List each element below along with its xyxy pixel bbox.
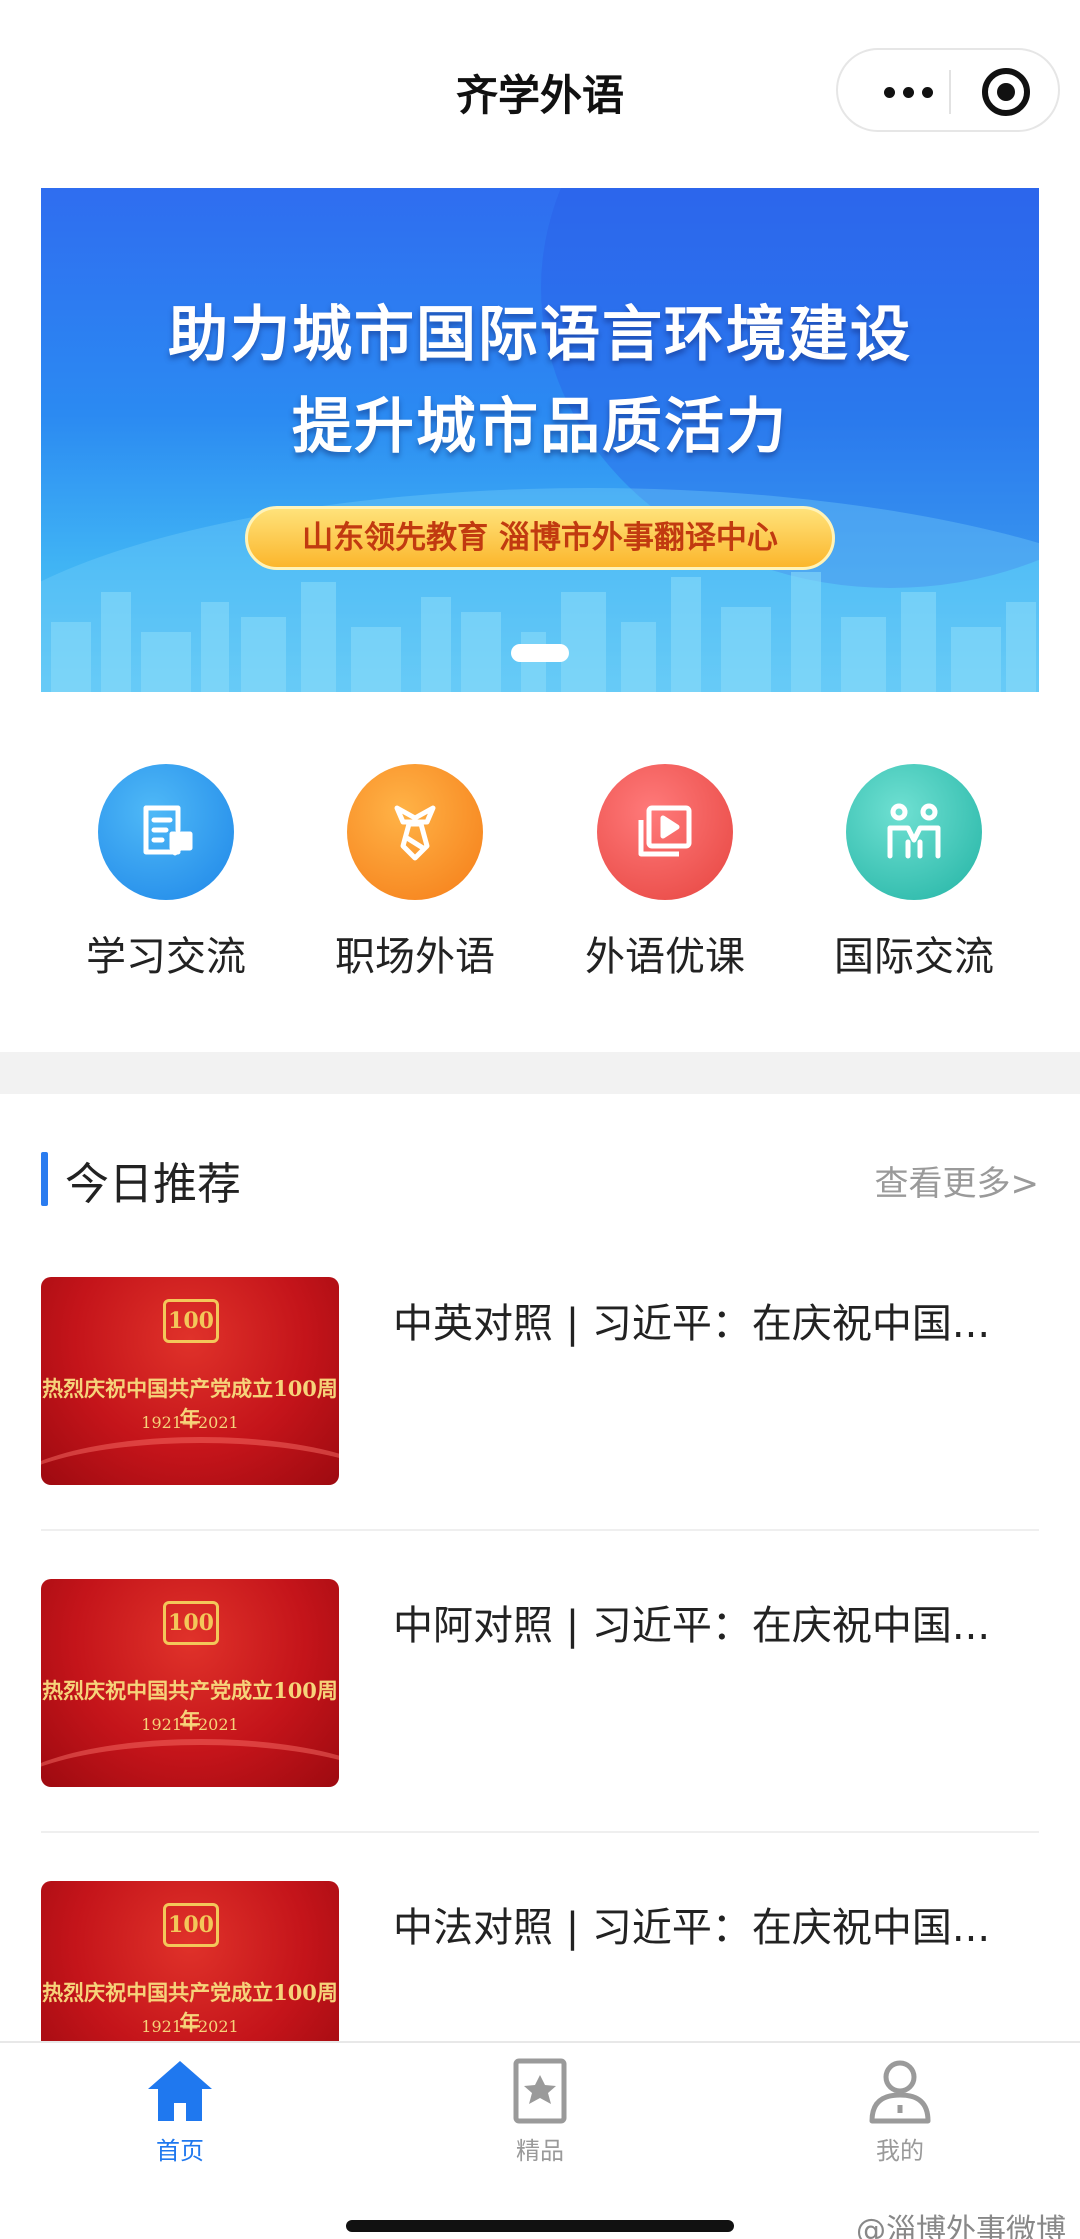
- article-title: 中英对照 | 习近平：在庆祝中国...: [393, 1301, 991, 1347]
- section-divider: [0, 1052, 1080, 1094]
- category-label: 外语优课: [585, 934, 745, 980]
- promo-banner[interactable]: 助力城市国际语言环境建设 提升城市品质活力 山东领先教育 淄博市外事翻译中心: [41, 188, 1039, 692]
- home-indicator[interactable]: [346, 2220, 734, 2232]
- bottom-tab-bar: 首页 精品 我的 @淄博外事微博: [0, 2041, 1080, 2239]
- city-skyline-graphic: [41, 562, 1039, 692]
- category-label: 职场外语: [335, 934, 495, 980]
- thumbnail-years: 1921—2021: [141, 1715, 239, 1734]
- banner-headline-1: 助力城市国际语言环境建设: [168, 300, 912, 370]
- section-title: 今日推荐: [65, 1159, 241, 1210]
- party-emblem-icon: 100: [163, 1601, 219, 1645]
- tab-home[interactable]: 首页: [100, 2055, 260, 2166]
- tab-mine[interactable]: 我的: [820, 2055, 980, 2166]
- article-title: 中法对照 | 习近平：在庆祝中国...: [393, 1905, 991, 1951]
- nav-bar: 齐学外语: [0, 0, 1080, 180]
- people-icon: [846, 764, 982, 900]
- banner-tagline: 山东领先教育 淄博市外事翻译中心: [245, 506, 835, 570]
- miniprogram-capsule: [836, 48, 1060, 132]
- category-label: 学习交流: [86, 934, 246, 980]
- more-options-icon[interactable]: [868, 72, 948, 112]
- party-emblem-icon: 100: [163, 1299, 219, 1343]
- article-title: 中阿对照 | 习近平：在庆祝中国...: [393, 1603, 991, 1649]
- document-chat-icon: [98, 764, 234, 900]
- category-quality-courses[interactable]: 外语优课: [565, 760, 765, 982]
- thumbnail-years: 1921—2021: [141, 2017, 239, 2036]
- star-bookmark-icon: [513, 2058, 567, 2124]
- category-label: 国际交流: [834, 934, 994, 980]
- article-thumbnail: 100 热烈庆祝中国共产党成立100周年 1921—2021: [41, 1579, 339, 1787]
- section-accent-bar: [41, 1152, 48, 1206]
- article-item[interactable]: 100 热烈庆祝中国共产党成立100周年 1921—2021 中英对照 | 习近…: [41, 1277, 1039, 1531]
- category-international-exchange[interactable]: 国际交流: [814, 760, 1014, 982]
- category-workplace-language[interactable]: 职场外语: [315, 760, 515, 982]
- banner-headline-2: 提升城市品质活力: [292, 392, 788, 462]
- category-grid: 学习交流 职场外语 外语优课 国际交流: [0, 760, 1080, 1000]
- close-miniprogram-icon[interactable]: [982, 68, 1030, 116]
- necktie-icon: [347, 764, 483, 900]
- capsule-divider: [949, 70, 951, 114]
- user-icon: [869, 2060, 931, 2124]
- carousel-indicator: [511, 644, 569, 662]
- thumbnail-years: 1921—2021: [141, 1413, 239, 1432]
- article-item[interactable]: 100 热烈庆祝中国共产党成立100周年 1921—2021 中法对照 | 习近…: [41, 1881, 1039, 2041]
- tab-label: 首页: [156, 2137, 204, 2165]
- article-thumbnail: 100 热烈庆祝中国共产党成立100周年 1921—2021: [41, 1881, 339, 2041]
- article-thumbnail: 100 热烈庆祝中国共产党成立100周年 1921—2021: [41, 1277, 339, 1485]
- section-header: 今日推荐 查看更多>: [41, 1148, 1040, 1210]
- article-item[interactable]: 100 热烈庆祝中国共产党成立100周年 1921—2021 中阿对照 | 习近…: [41, 1579, 1039, 1833]
- weibo-watermark: @淄博外事微博: [856, 2213, 1066, 2239]
- article-divider: [41, 1529, 1039, 1531]
- article-divider: [41, 1831, 1039, 1833]
- tab-featured[interactable]: 精品: [460, 2055, 620, 2166]
- category-study-exchange[interactable]: 学习交流: [66, 760, 266, 982]
- party-emblem-icon: 100: [163, 1903, 219, 1947]
- video-play-icon: [597, 764, 733, 900]
- view-more-link[interactable]: 查看更多>: [875, 1156, 1040, 1205]
- home-icon: [148, 2061, 212, 2121]
- tab-label: 精品: [516, 2137, 564, 2165]
- tab-label: 我的: [876, 2137, 924, 2165]
